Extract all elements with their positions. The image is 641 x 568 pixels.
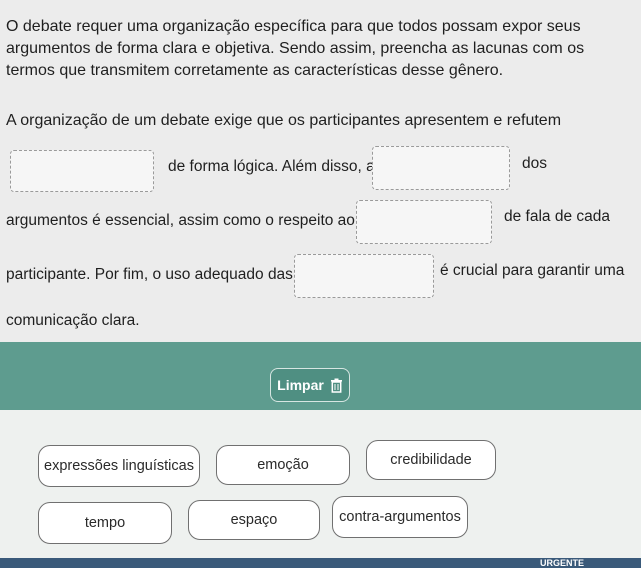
word-chip-emocao[interactable]: emoção bbox=[216, 445, 350, 485]
sentence-part-2: dos bbox=[522, 155, 547, 172]
sentence-part-3: argumentos é essencial, assim como o res… bbox=[6, 212, 355, 229]
sentence-part-7: comunicação clara. bbox=[6, 312, 140, 329]
word-chip-contra-argumentos[interactable]: contra-argumentos bbox=[332, 496, 468, 538]
word-chip-expressoes-linguisticas[interactable]: expressões linguísticas bbox=[38, 445, 200, 487]
word-chip-tempo[interactable]: tempo bbox=[38, 502, 172, 544]
sentence-part-6: é crucial para garantir uma bbox=[440, 262, 625, 279]
word-chip-espaco[interactable]: espaço bbox=[188, 500, 320, 540]
clear-button-label: Limpar bbox=[277, 377, 324, 393]
sentence-part-4: de fala de cada bbox=[504, 208, 611, 225]
blank-slot-3[interactable] bbox=[356, 200, 492, 244]
word-chip-credibilidade[interactable]: credibilidade bbox=[366, 440, 496, 480]
word-bank bbox=[0, 410, 641, 568]
blank-slot-1[interactable] bbox=[10, 150, 154, 192]
sentence-part-1: de forma lógica. Além disso, a bbox=[168, 158, 375, 175]
taskbar-label: URGENTE bbox=[540, 558, 585, 568]
instructions-text: O debate requer uma organização específi… bbox=[6, 18, 585, 79]
clear-button[interactable]: Limpar bbox=[270, 368, 350, 402]
trash-icon bbox=[330, 378, 342, 393]
blank-slot-4[interactable] bbox=[294, 254, 434, 298]
blank-slot-2[interactable] bbox=[372, 146, 510, 190]
sentence-part-5: participante. Por fim, o uso adequado da… bbox=[6, 266, 293, 283]
sentence-intro: A organização de um debate exige que os … bbox=[6, 112, 562, 129]
